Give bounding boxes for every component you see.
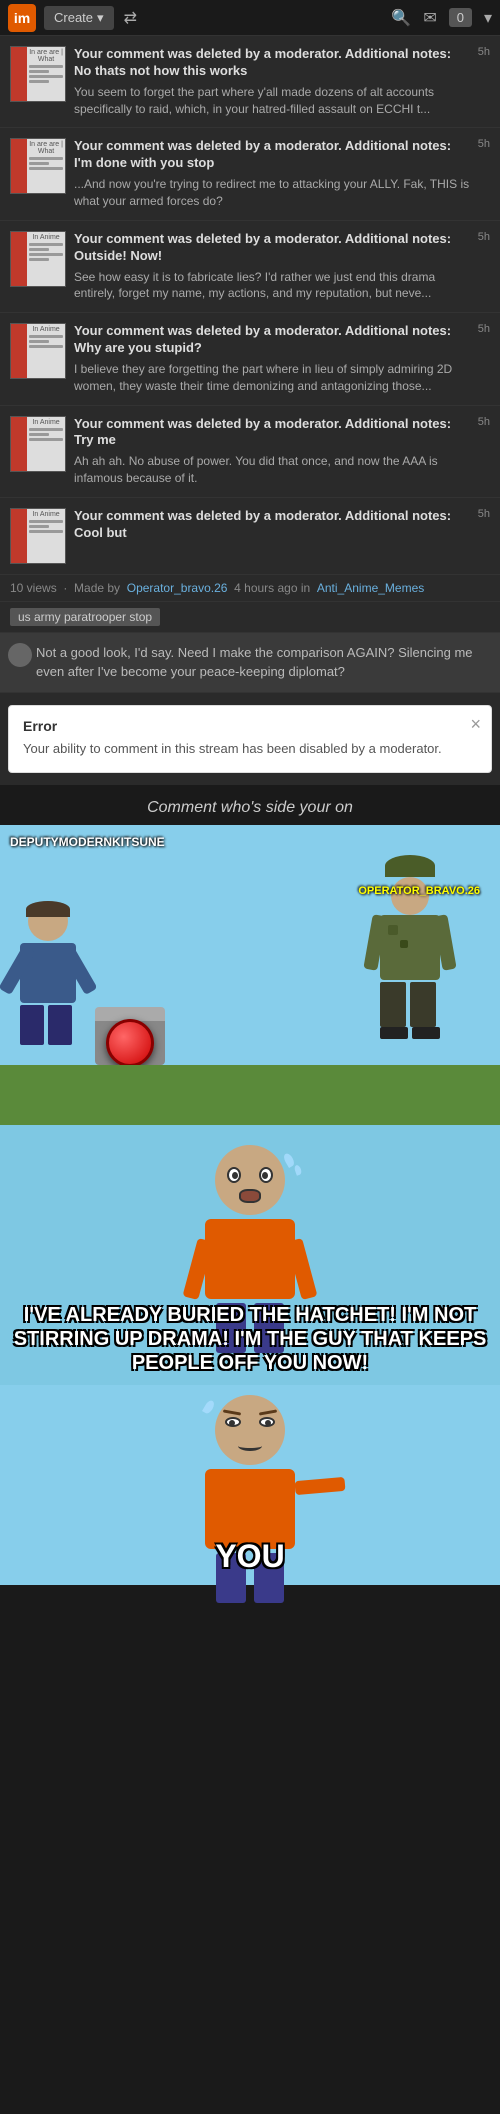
notif-time: 5h bbox=[478, 138, 490, 209]
meme-title: Comment who's side your on bbox=[0, 785, 500, 825]
tag-row: us army paratrooper stop bbox=[0, 602, 500, 633]
create-button[interactable]: Create ▾ bbox=[44, 6, 114, 30]
notif-thumbnail: In Anime bbox=[10, 231, 66, 287]
notif-title: Your comment was deleted by a moderator.… bbox=[74, 138, 470, 172]
author-link[interactable]: Operator_bravo.26 bbox=[127, 581, 228, 595]
time-ago: 4 hours ago in bbox=[234, 581, 310, 595]
notification-item[interactable]: In are are | What Your comment was delet… bbox=[0, 128, 500, 220]
top-nav: im Create ▾ ⇄ 🔍 ✉ 0 ▾ bbox=[0, 0, 500, 36]
notif-title: Your comment was deleted by a moderator.… bbox=[74, 46, 470, 80]
error-message: Your ability to comment in this stream h… bbox=[23, 740, 477, 758]
notification-item[interactable]: In Anime Your comment was deleted by a m… bbox=[0, 221, 500, 313]
notif-thumbnail: In are are | What bbox=[10, 138, 66, 194]
notification-feed: In are are | What Your comment was delet… bbox=[0, 36, 500, 575]
notif-thumbnail: In Anime bbox=[10, 323, 66, 379]
search-icon[interactable]: 🔍 bbox=[391, 8, 411, 28]
community-link[interactable]: Anti_Anime_Memes bbox=[317, 581, 424, 595]
view-count: 10 views bbox=[10, 581, 57, 595]
notification-item[interactable]: In Anime Your comment was deleted by a m… bbox=[0, 313, 500, 405]
notif-title: Your comment was deleted by a moderator.… bbox=[74, 508, 470, 542]
notif-body: ...And now you're trying to redirect me … bbox=[74, 176, 470, 210]
notif-title: Your comment was deleted by a moderator.… bbox=[74, 323, 470, 357]
comment-avatar bbox=[8, 643, 32, 667]
notif-content: Your comment was deleted by a moderator.… bbox=[74, 231, 470, 302]
comment-text: Not a good look, I'd say. Need I make th… bbox=[36, 645, 473, 680]
meme3-you-text: YOU bbox=[0, 1538, 500, 1575]
mail-icon[interactable]: ✉ bbox=[423, 8, 436, 28]
error-box: Error Your ability to comment in this st… bbox=[8, 705, 492, 773]
notif-title: Your comment was deleted by a moderator.… bbox=[74, 416, 470, 450]
notif-thumbnail: In Anime bbox=[10, 508, 66, 564]
error-title: Error bbox=[23, 718, 477, 734]
notification-item[interactable]: In Anime Your comment was deleted by a m… bbox=[0, 406, 500, 498]
notif-time: 5h bbox=[478, 416, 490, 487]
notif-content: Your comment was deleted by a moderator.… bbox=[74, 416, 470, 487]
operator-label: OPERATOR_BRAVO.26 bbox=[358, 885, 480, 897]
notif-title: Your comment was deleted by a moderator.… bbox=[74, 231, 470, 265]
nav-icons: 🔍 ✉ 0 ▾ bbox=[391, 8, 492, 28]
notif-time: 5h bbox=[478, 231, 490, 302]
meme-section: Comment who's side your on DEPUTYMODERNK… bbox=[0, 785, 500, 1585]
notif-content: Your comment was deleted by a moderator.… bbox=[74, 138, 470, 209]
shuffle-icon[interactable]: ⇄ bbox=[124, 8, 137, 28]
big-red-button bbox=[95, 1007, 165, 1065]
tag-label[interactable]: us army paratrooper stop bbox=[10, 608, 160, 626]
notification-item[interactable]: In are are | What Your comment was delet… bbox=[0, 36, 500, 128]
notif-time: 5h bbox=[478, 508, 490, 564]
notif-body: See how easy it is to fabricate lies? I'… bbox=[74, 269, 470, 303]
site-logo: im bbox=[8, 4, 36, 32]
notif-time: 5h bbox=[478, 46, 490, 117]
notification-item[interactable]: In Anime Your comment was deleted by a m… bbox=[0, 498, 500, 575]
deputy-figure bbox=[20, 901, 76, 1045]
error-close-button[interactable]: × bbox=[470, 714, 481, 735]
deputy-label: DEPUTYMODERNKITSUNE bbox=[10, 835, 165, 849]
notif-content: Your comment was deleted by a moderator.… bbox=[74, 323, 470, 394]
comment-preview: Not a good look, I'd say. Need I make th… bbox=[0, 633, 500, 693]
notif-thumbnail: In Anime bbox=[10, 416, 66, 472]
notif-body: I believe they are forgetting the part w… bbox=[74, 361, 470, 395]
made-by-label: Made by bbox=[74, 581, 120, 595]
meme2-big-text: I'VE ALREADY BURIED THE HATCHET! I'M NOT… bbox=[0, 1303, 500, 1375]
meme2-scene: I'VE ALREADY BURIED THE HATCHET! I'M NOT… bbox=[0, 1125, 500, 1385]
notif-thumbnail: In are are | What bbox=[10, 46, 66, 102]
notif-count[interactable]: 0 bbox=[449, 8, 472, 27]
meme3-scene: YOU bbox=[0, 1385, 500, 1585]
notif-content: Your comment was deleted by a moderator.… bbox=[74, 46, 470, 117]
views-row: 10 views · Made by Operator_bravo.26 4 h… bbox=[0, 575, 500, 602]
notif-body: You seem to forget the part where y'all … bbox=[74, 84, 470, 118]
dropdown-icon[interactable]: ▾ bbox=[484, 8, 492, 28]
notif-time: 5h bbox=[478, 323, 490, 394]
notif-content: Your comment was deleted by a moderator.… bbox=[74, 508, 470, 564]
soldier-figure bbox=[380, 855, 440, 1039]
notif-body: Ah ah ah. No abuse of power. You did tha… bbox=[74, 453, 470, 487]
meme-button-scene: DEPUTYMODERNKITSUNE bbox=[0, 825, 500, 1125]
